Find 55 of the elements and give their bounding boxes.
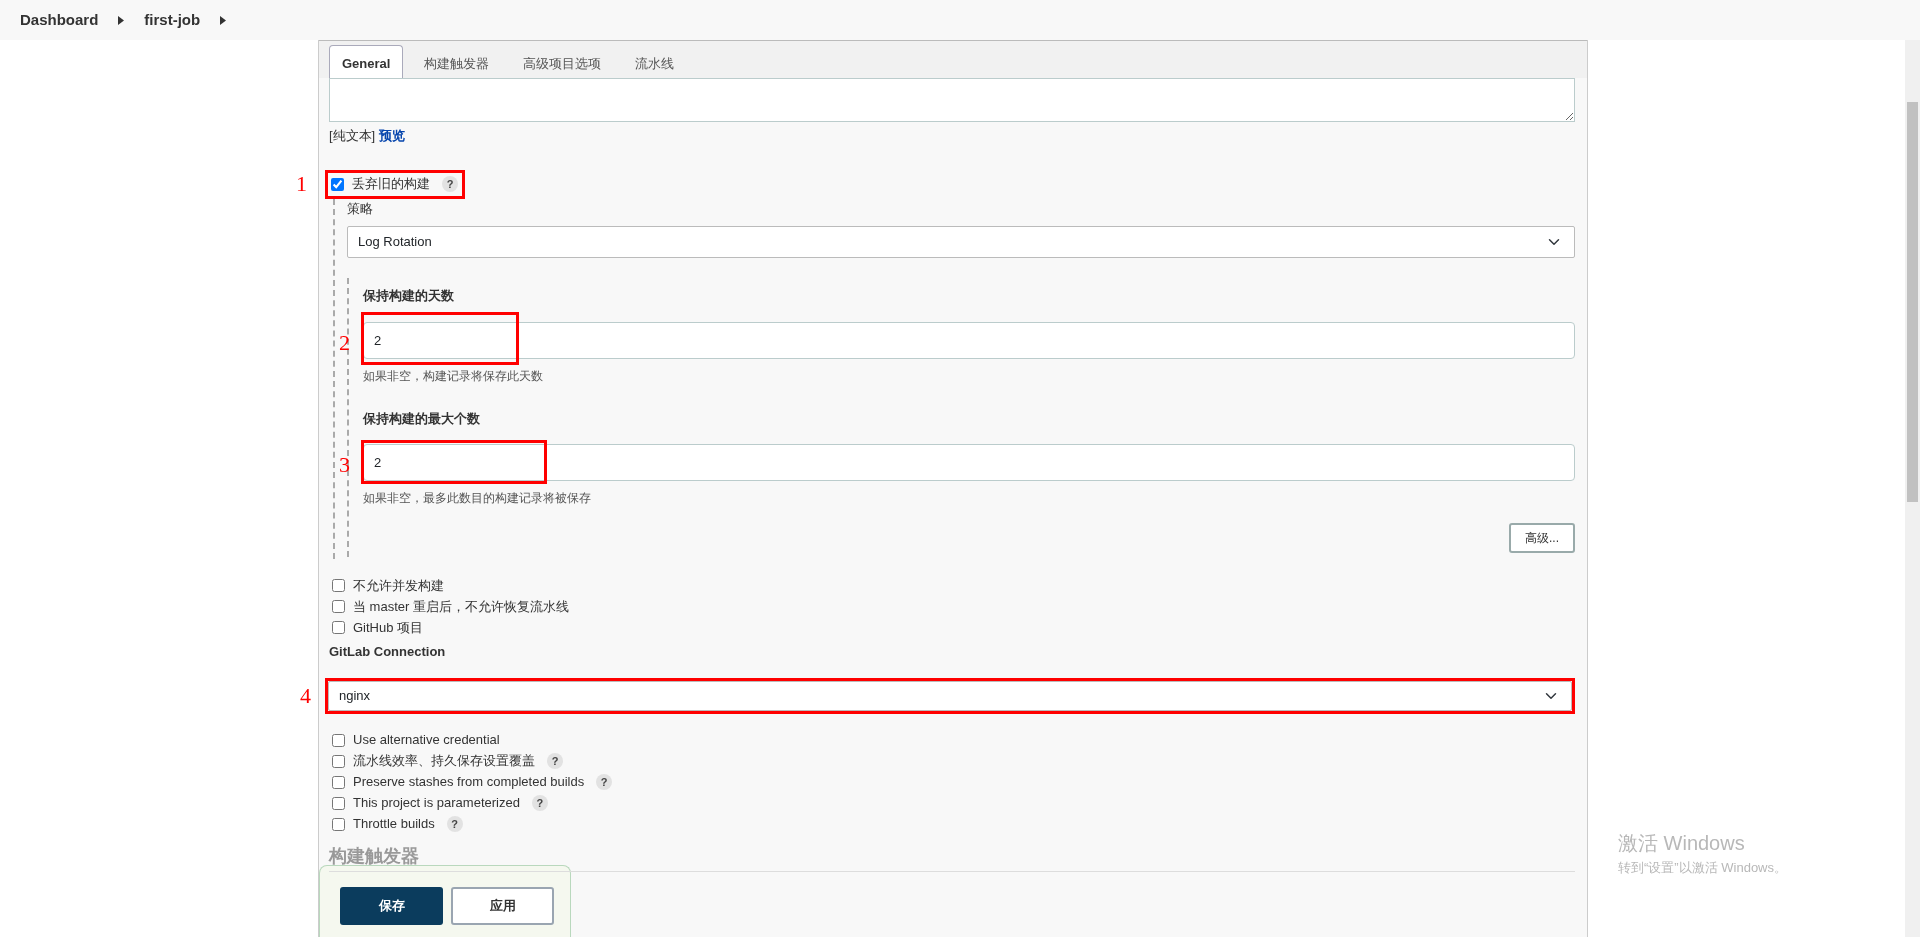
help-icon[interactable]: ? — [547, 753, 563, 769]
checkbox[interactable] — [332, 621, 345, 634]
field-label: 策略 — [347, 199, 374, 218]
scrollbar-thumb[interactable] — [1907, 102, 1918, 502]
advanced-button[interactable]: 高级... — [1509, 523, 1575, 553]
breadcrumb-link[interactable]: Dashboard — [20, 8, 99, 32]
activation-title: 激活 Windows — [1618, 830, 1746, 856]
field-label: 保持构建的天数 — [363, 287, 455, 305]
preview-link[interactable]: 预览 — [378, 128, 405, 143]
checkbox-label: Use alternative credential — [353, 731, 500, 750]
tab[interactable]: 构建触发器 — [411, 45, 503, 78]
checkbox[interactable] — [332, 817, 345, 831]
apply-button[interactable]: 应用 — [451, 887, 554, 925]
tab[interactable]: 高级项目选项 — [510, 45, 615, 78]
help-icon[interactable]: ? — [596, 774, 613, 790]
caret-icon[interactable] — [118, 15, 125, 25]
checkbox[interactable] — [332, 733, 345, 747]
checkbox-label: 丢弃旧的构建 — [352, 175, 430, 194]
checkbox-label: This project is parameterized — [353, 794, 520, 813]
help-text: 如果非空，最多此数目的构建记录将被保存 — [363, 490, 592, 507]
annotation-number: 3 — [339, 454, 350, 476]
annotation-number: 1 — [296, 172, 307, 195]
checkbox-label: 当 master 重启后，不允许恢复流水线 — [353, 597, 569, 616]
save-button[interactable]: 保存 — [340, 887, 443, 925]
number-field[interactable]: 2 — [363, 444, 1575, 481]
help-icon[interactable]: ? — [442, 176, 458, 192]
help-icon[interactable]: ? — [446, 816, 463, 832]
format-label: [纯文本] — [329, 128, 376, 143]
checkbox[interactable] — [331, 177, 344, 191]
checkbox[interactable] — [332, 754, 345, 768]
breadcrumb-link[interactable]: first-job — [144, 8, 201, 32]
annotation-number: 2 — [339, 331, 350, 354]
help-icon[interactable]: ? — [531, 795, 548, 811]
checkbox[interactable] — [332, 600, 345, 613]
tab[interactable]: 流水线 — [622, 45, 688, 78]
checkbox[interactable] — [332, 579, 345, 592]
annotation-number: 4 — [300, 684, 311, 707]
caret-icon[interactable] — [220, 15, 227, 25]
tab[interactable]: General — [329, 45, 404, 78]
section-label: GitLab Connection — [329, 643, 447, 661]
checkbox-label: Preserve stashes from completed builds — [353, 773, 585, 792]
checkbox-label: 不允许并发构建 — [353, 576, 444, 595]
activation-text: 转到“设置”以激活 Windows。 — [1618, 858, 1787, 877]
checkbox-label: Throttle builds — [353, 815, 435, 834]
checkbox[interactable] — [332, 796, 345, 810]
field-label: 保持构建的最大个数 — [363, 409, 481, 428]
strategy-select[interactable]: Log Rotation — [347, 226, 1575, 258]
connection-select[interactable]: nginx — [328, 680, 1572, 711]
checkbox-label: GitHub 项目 — [353, 618, 424, 637]
checkbox[interactable] — [332, 775, 345, 789]
checkbox-label: 流水线效率、持久保存设置覆盖 — [353, 752, 535, 771]
help-text: 如果非空，构建记录将保存此天数 — [363, 367, 544, 385]
scrollbar[interactable] — [1905, 40, 1920, 937]
number-field[interactable]: 2 — [363, 321, 1575, 359]
description-field[interactable] — [329, 78, 1575, 122]
